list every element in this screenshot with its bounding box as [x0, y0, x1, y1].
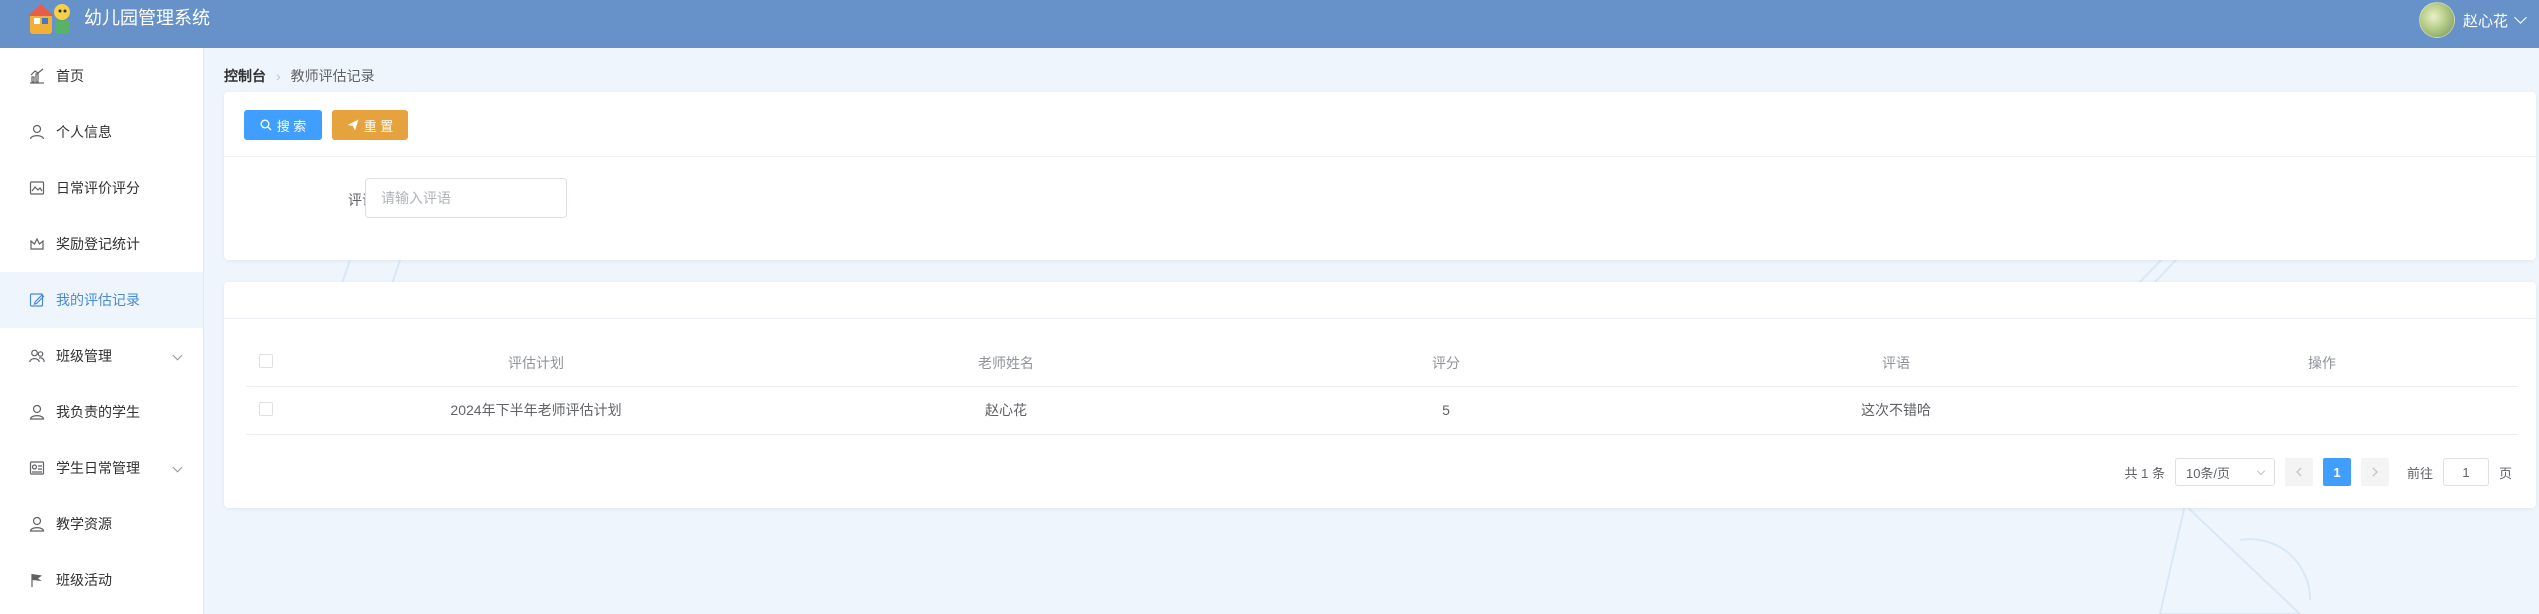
flag-icon: [28, 571, 46, 589]
sidebar-item-my-evaluations[interactable]: 我的评估记录: [0, 272, 203, 328]
page-size-value: 10条/页: [2185, 465, 2231, 481]
cell-plan: 2024年下半年老师评估计划: [286, 386, 786, 435]
chart-icon: [28, 67, 46, 85]
sidebar-item-label: 教学资源: [56, 516, 112, 532]
cell-comment: 这次不错哈: [1666, 386, 2126, 435]
person-icon: [28, 515, 46, 533]
sidebar-item-label: 我负责的学生: [56, 404, 140, 420]
logo-icon: [28, 4, 70, 34]
search-panel: 搜 索 重 置 评语: [224, 92, 2536, 260]
next-page-button[interactable]: [2360, 458, 2389, 486]
chevron-down-icon[interactable]: [172, 462, 183, 473]
pagination-total: 共 1 条: [2124, 465, 2165, 481]
sidebar-item-class-activities[interactable]: 班级活动: [0, 552, 203, 608]
person-icon: [28, 403, 46, 421]
edit-icon: [28, 291, 46, 309]
chevron-left-icon: [2296, 467, 2302, 477]
col-comment[interactable]: 评语: [1666, 340, 2126, 387]
pagination: 共 1 条 10条/页 1 前往 页: [2124, 458, 2512, 486]
avatar[interactable]: [2418, 2, 2455, 38]
cell-score: 5: [1226, 386, 1666, 435]
sidebar: 首页 个人信息 日常评价评分 奖励登记统计 我的评估记录 班级管理 我负责的学生…: [0, 48, 204, 614]
sidebar-item-my-students[interactable]: 我负责的学生: [0, 384, 203, 440]
sidebar-item-teaching-resources[interactable]: 教学资源: [0, 496, 203, 552]
goto-prefix: 前往: [2406, 465, 2433, 481]
sidebar-item-label: 班级管理: [56, 348, 112, 364]
select-all-checkbox[interactable]: [259, 354, 273, 369]
col-action: 操作: [2126, 340, 2518, 387]
sidebar-item-rewards[interactable]: 奖励登记统计: [0, 216, 203, 272]
breadcrumb-current: 教师评估记录: [290, 68, 375, 84]
search-button-label: 搜 索: [276, 118, 307, 134]
row-select-cell: [246, 386, 286, 435]
evaluation-table: 评估计划 老师姓名 评分 评语 操作 2024年下半年老师评估计划 赵心花 5 …: [246, 340, 2518, 435]
goto-suffix: 页: [2498, 465, 2512, 481]
col-plan[interactable]: 评估计划: [286, 340, 786, 387]
goto-page-input[interactable]: [2442, 458, 2489, 486]
row-checkbox[interactable]: [259, 401, 273, 416]
divider: [224, 318, 2536, 319]
page-size-select[interactable]: 10条/页: [2174, 458, 2275, 486]
send-icon: [347, 119, 359, 131]
reset-button[interactable]: 重 置: [332, 110, 408, 140]
sidebar-item-home[interactable]: 首页: [0, 48, 203, 104]
user-menu[interactable]: 赵心花: [2418, 0, 2527, 40]
cell-action: [2126, 386, 2518, 435]
chevron-down-icon[interactable]: [2514, 11, 2527, 24]
sidebar-item-label: 我的评估记录: [56, 292, 140, 308]
sidebar-item-profile[interactable]: 个人信息: [0, 104, 203, 160]
chevron-down-icon: [2256, 466, 2266, 475]
sidebar-item-label: 日常评价评分: [56, 180, 140, 196]
chevron-right-icon: ›: [276, 68, 281, 84]
search-icon: [260, 119, 272, 131]
user-name[interactable]: 赵心花: [2463, 10, 2508, 31]
report-icon: [28, 459, 46, 477]
sidebar-item-label: 个人信息: [56, 124, 112, 140]
chevron-down-icon[interactable]: [172, 350, 183, 361]
cell-teacher: 赵心花: [786, 386, 1226, 435]
breadcrumb-home[interactable]: 控制台: [224, 66, 266, 86]
table-header-row: 评估计划 老师姓名 评分 评语 操作: [246, 340, 2518, 387]
reset-button-label: 重 置: [363, 118, 394, 134]
sidebar-item-label: 学生日常管理: [56, 460, 140, 476]
chevron-right-icon: [2372, 467, 2378, 477]
sidebar-item-label: 首页: [56, 68, 84, 84]
sidebar-item-daily-rating[interactable]: 日常评价评分: [0, 160, 203, 216]
table-row[interactable]: 2024年下半年老师评估计划 赵心花 5 这次不错哈: [246, 386, 2518, 435]
app-title: 幼儿园管理系统: [84, 8, 210, 28]
select-all-cell: [246, 340, 286, 387]
prev-page-button[interactable]: [2284, 458, 2313, 486]
divider: [224, 156, 2536, 157]
crown-icon: [28, 235, 46, 253]
breadcrumb: 控制台 › 教师评估记录: [224, 66, 375, 86]
page-number-current[interactable]: 1: [2322, 458, 2351, 486]
team-icon: [28, 347, 46, 365]
top-header: 幼儿园管理系统 赵心花: [0, 0, 2539, 48]
table-panel: 评估计划 老师姓名 评分 评语 操作 2024年下半年老师评估计划 赵心花 5 …: [224, 282, 2536, 508]
sidebar-item-label: 班级活动: [56, 572, 112, 588]
sidebar-item-label: 奖励登记统计: [56, 236, 140, 252]
search-button[interactable]: 搜 索: [244, 110, 322, 140]
sidebar-item-student-daily[interactable]: 学生日常管理: [0, 440, 203, 496]
col-score[interactable]: 评分: [1226, 340, 1666, 387]
comment-input[interactable]: [365, 178, 567, 218]
col-teacher[interactable]: 老师姓名: [786, 340, 1226, 387]
image-icon: [28, 179, 46, 197]
user-icon: [28, 123, 46, 141]
sidebar-item-class-management[interactable]: 班级管理: [0, 328, 203, 384]
